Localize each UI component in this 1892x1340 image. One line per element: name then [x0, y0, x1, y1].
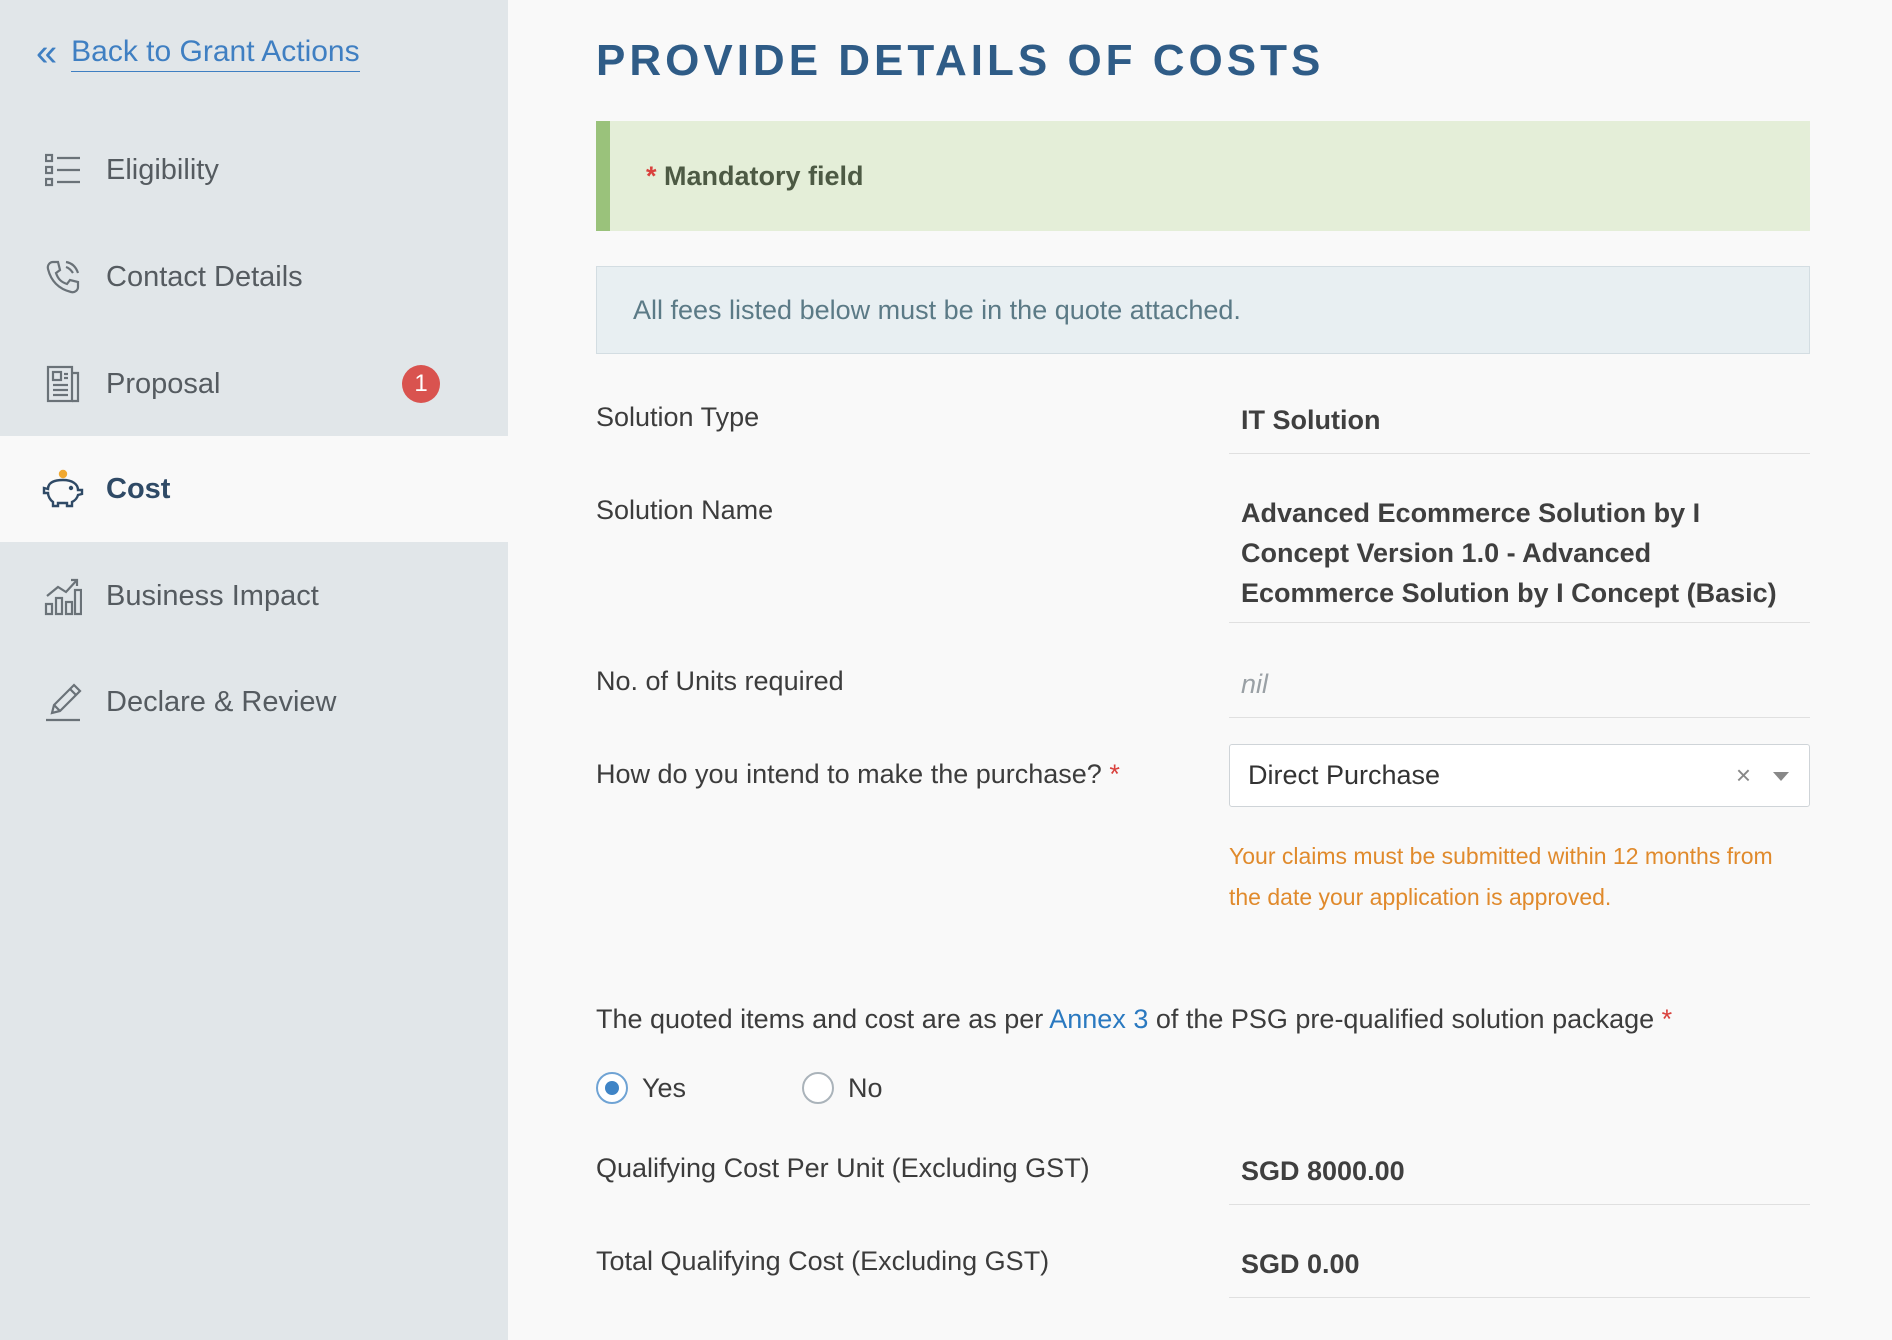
radio-unchecked-icon	[802, 1072, 834, 1104]
fees-info-box: All fees listed below must be in the quo…	[596, 266, 1810, 354]
mandatory-notice: * Mandatory field	[596, 121, 1810, 231]
clear-icon[interactable]: ×	[1736, 760, 1751, 791]
required-star: *	[1109, 759, 1120, 789]
purchase-method-selected-value: Direct Purchase	[1248, 760, 1441, 790]
quoted-no-radio[interactable]: No	[802, 1072, 883, 1104]
sidebar-item-business-impact[interactable]: Business Impact	[0, 543, 508, 649]
purchase-method-label: How do you intend to make the purchase? …	[596, 759, 1120, 790]
info-text: All fees listed below must be in the quo…	[633, 294, 1241, 325]
radio-yes-label: Yes	[642, 1072, 687, 1103]
list-icon	[42, 149, 84, 191]
phone-icon	[42, 256, 84, 298]
required-star: *	[646, 160, 657, 191]
sidebar-item-label: Business Impact	[106, 579, 319, 612]
caret-down-icon[interactable]	[1773, 772, 1789, 781]
main-content: PROVIDE DETAILS OF COSTS * Mandatory fie…	[596, 0, 1810, 1340]
quoted-yes-radio[interactable]: Yes	[596, 1072, 686, 1104]
sidebar-item-label: Contact Details	[106, 260, 303, 293]
sidebar-item-label: Eligibility	[106, 153, 219, 186]
document-icon	[42, 363, 84, 405]
units-required-label: No. of Units required	[596, 666, 844, 696]
solution-type-value: IT Solution	[1229, 400, 1810, 454]
sidebar-item-cost[interactable]: Cost	[0, 436, 508, 542]
required-star: *	[1661, 1004, 1673, 1034]
claims-warning-text: Your claims must be submitted within 12 …	[1229, 843, 1773, 910]
double-chevron-left-icon: «	[36, 32, 58, 74]
total-cost-label: Total Qualifying Cost (Excluding GST)	[596, 1246, 1050, 1276]
solution-name-value: Advanced Ecommerce Solution by I Concept…	[1229, 493, 1810, 623]
piggy-bank-icon	[42, 468, 84, 510]
solution-name-label: Solution Name	[596, 495, 774, 525]
radio-no-label: No	[848, 1072, 883, 1103]
sidebar-item-proposal[interactable]: Proposal 1	[0, 331, 508, 437]
bar-chart-icon	[42, 575, 84, 617]
back-link-label: Back to Grant Actions	[71, 35, 360, 72]
page-title: PROVIDE DETAILS OF COSTS	[596, 36, 1325, 85]
sidebar-item-contact-details[interactable]: Contact Details	[0, 224, 508, 330]
question-text-before: The quoted items and cost are as per	[596, 1004, 1050, 1034]
pen-icon	[42, 681, 84, 723]
annex-3-link[interactable]: Annex 3	[1049, 1004, 1148, 1034]
cost-per-unit-value: SGD 8000.00	[1229, 1151, 1810, 1205]
purchase-method-select[interactable]: Direct Purchase ×	[1229, 744, 1810, 807]
total-cost-value: SGD 0.00	[1229, 1244, 1810, 1298]
sidebar-item-label: Proposal	[106, 367, 221, 400]
sidebar-item-label: Declare & Review	[106, 685, 337, 718]
sidebar-item-label: Cost	[106, 472, 171, 505]
sidebar: « Back to Grant Actions Eligibility Cont…	[0, 0, 508, 1340]
proposal-alert-badge: 1	[402, 365, 440, 403]
sidebar-item-declare-review[interactable]: Declare & Review	[0, 649, 508, 755]
question-text-after: of the PSG pre-qualified solution packag…	[1148, 1004, 1662, 1034]
radio-checked-icon	[596, 1072, 628, 1104]
units-required-value: nil	[1229, 664, 1810, 718]
sidebar-item-eligibility[interactable]: Eligibility	[0, 117, 508, 223]
back-to-grant-actions-link[interactable]: « Back to Grant Actions	[36, 34, 360, 72]
mandatory-text: Mandatory field	[664, 160, 864, 191]
quoted-items-question: The quoted items and cost are as per Ann…	[596, 1004, 1672, 1035]
cost-per-unit-label: Qualifying Cost Per Unit (Excluding GST)	[596, 1153, 1090, 1183]
purchase-method-label-text: How do you intend to make the purchase?	[596, 759, 1102, 789]
solution-type-label: Solution Type	[596, 402, 760, 432]
